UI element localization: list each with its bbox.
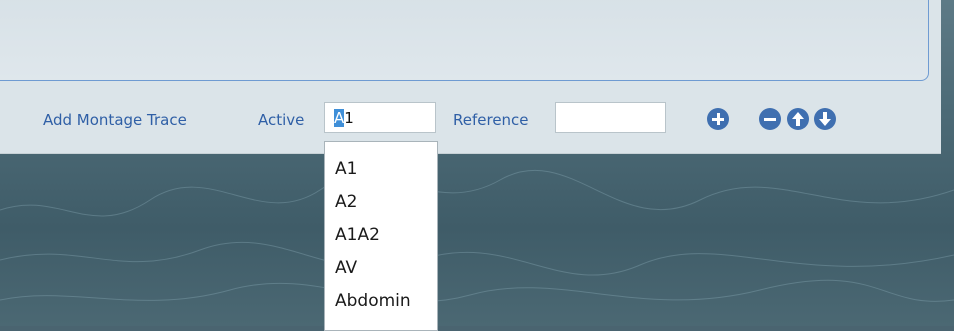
background-texture <box>0 169 954 303</box>
arrow-up-circle-icon[interactable] <box>787 108 809 130</box>
dropdown-option[interactable]: A1 <box>335 159 357 179</box>
dropdown-option[interactable]: A1A2 <box>335 225 380 245</box>
active-input[interactable]: A1 <box>324 102 436 133</box>
reference-input[interactable] <box>555 102 666 133</box>
montage-trace-list[interactable] <box>0 0 929 81</box>
arrow-down-circle-icon[interactable] <box>814 108 836 130</box>
dropdown-option[interactable]: A2 <box>335 192 357 212</box>
montage-panel: Add Montage Trace Active A1 Reference <box>0 0 941 154</box>
active-input-value: A1 <box>334 109 354 127</box>
plus-circle-icon[interactable] <box>707 108 729 130</box>
reference-label: Reference <box>453 111 529 129</box>
active-dropdown-list[interactable]: A1 A2 A1A2 AV Abdomin <box>324 141 438 331</box>
dropdown-option[interactable]: AV <box>335 258 357 278</box>
active-label: Active <box>258 111 305 129</box>
add-montage-trace-label: Add Montage Trace <box>43 111 187 129</box>
minus-circle-icon[interactable] <box>759 108 781 130</box>
dropdown-option[interactable]: Abdomin <box>335 291 411 311</box>
